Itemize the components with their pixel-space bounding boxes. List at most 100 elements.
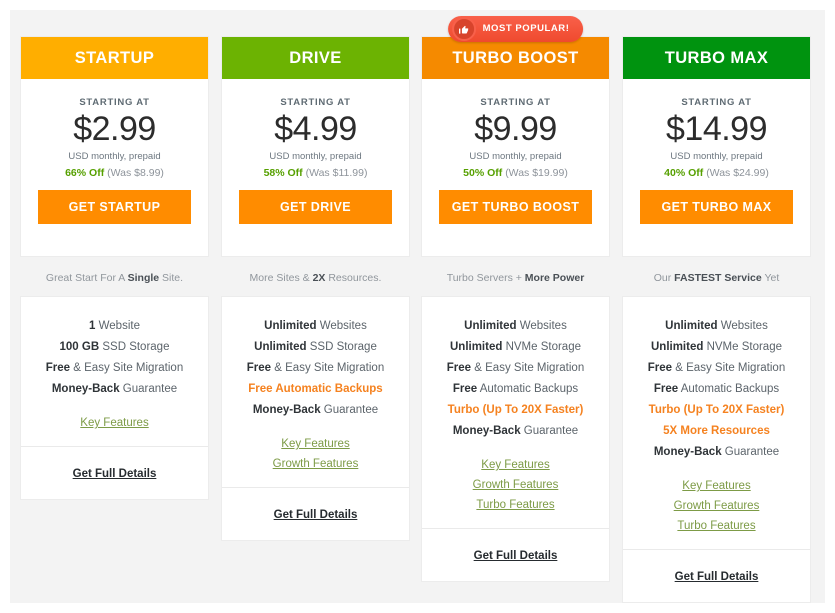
plan-name: STARTUP <box>74 49 155 67</box>
feature-text: Websites <box>717 320 768 332</box>
tagline-suffix: Site. <box>159 272 184 284</box>
feature-item: 1 Website <box>21 316 208 337</box>
feature-item: Unlimited NVMe Storage <box>623 337 810 358</box>
details-row: Get Full Details <box>623 550 810 602</box>
plan-name: DRIVE <box>289 49 342 67</box>
plan-header: DRIVE <box>222 37 409 79</box>
card-bottom-spacer <box>21 240 208 256</box>
discount-line: 66% Off (Was $8.99) <box>29 167 200 179</box>
get-full-details-link[interactable]: Get Full Details <box>274 509 358 521</box>
price-block: STARTING AT $2.99 USD monthly, prepaid 66% … <box>21 79 208 240</box>
price-terms: USD monthly, prepaid <box>269 151 362 163</box>
feature-item: Free & Easy Site Migration <box>222 358 409 379</box>
feature-link[interactable]: Key Features <box>623 476 810 496</box>
plan-card-features: Unlimited Websites Unlimited SSD Storage F… <box>222 297 409 540</box>
feature-item: Money-Back Guarantee <box>222 400 409 421</box>
tagline-emphasis: 2X <box>312 272 326 284</box>
feature-item: 100 GB SSD Storage <box>21 337 208 358</box>
plan-header: STARTUP <box>21 37 208 79</box>
original-price: (Was $8.99) <box>107 167 164 180</box>
feature-emphasis: Free <box>248 383 273 395</box>
discount-line: 40% Off (Was $24.99) <box>631 167 802 179</box>
feature-item: Turbo (Up To 20X Faster) <box>422 400 609 421</box>
feature-link[interactable]: Key Features <box>21 413 208 433</box>
feature-text: Website <box>95 320 140 332</box>
details-row: Get Full Details <box>222 488 409 540</box>
discount-line: 50% Off (Was $19.99) <box>430 167 601 179</box>
price-block: STARTING AT $14.99 USD monthly, prepaid 40%… <box>623 79 810 240</box>
feature-item: Money-Back Guarantee <box>422 421 609 442</box>
badge-label: MOST POPULAR! <box>482 23 570 35</box>
feature-text: Websites <box>516 320 567 332</box>
feature-emphasis: Unlimited <box>464 320 517 332</box>
details-row: Get Full Details <box>21 447 208 499</box>
plan-card-features: Unlimited Websites Unlimited NVMe Storage… <box>422 297 609 581</box>
tagline-suffix: Yet <box>761 272 780 284</box>
original-price: (Was $19.99) <box>505 167 568 180</box>
feature-link[interactable]: Turbo Features <box>422 495 609 515</box>
plan-header: TURBO MAX <box>623 37 810 79</box>
links-spacer <box>21 433 208 446</box>
plan-card-top: TURBO MAX STARTING AT $14.99 USD monthly, p… <box>623 37 810 257</box>
plan-price: $14.99 <box>666 110 768 148</box>
get-full-details-link[interactable]: Get Full Details <box>73 468 157 480</box>
price-terms: USD monthly, prepaid <box>670 151 763 163</box>
starting-at-label: STARTING AT <box>280 97 351 108</box>
feature-item: Unlimited Websites <box>222 316 409 337</box>
feature-text: NVMe Storage <box>703 341 782 353</box>
feature-emphasis: Money-Back <box>452 425 521 437</box>
feature-text: Automatic Backups <box>272 383 383 395</box>
tagline-emphasis: FASTEST Service <box>674 272 762 284</box>
get-full-details-link[interactable]: Get Full Details <box>474 550 558 562</box>
feature-link[interactable]: Key Features <box>422 455 609 475</box>
tagline-prefix: More Sites & <box>249 272 313 284</box>
feature-text: Guarantee <box>320 404 379 416</box>
feature-link[interactable]: Growth Features <box>422 475 609 495</box>
feature-text: Websites <box>316 320 367 332</box>
feature-emphasis: Free <box>45 362 71 374</box>
pricing-columns: STARTUP STARTING AT $2.99 USD monthly, prep… <box>10 10 825 603</box>
details-row: Get Full Details <box>422 529 609 581</box>
plan-cta-button[interactable]: GET TURBO MAX <box>640 190 793 225</box>
links-spacer <box>623 536 810 549</box>
plan-price: $9.99 <box>474 110 557 148</box>
feature-emphasis: Free <box>452 383 478 395</box>
links-spacer <box>422 515 609 528</box>
starting-at-label: STARTING AT <box>79 97 150 108</box>
discount-percent: 58% Off <box>263 167 303 180</box>
feature-item: Free Automatic Backups <box>623 379 810 400</box>
feature-text: Automatic Backups <box>678 383 780 395</box>
card-bottom-spacer <box>422 240 609 256</box>
feature-link[interactable]: Key Features <box>222 434 409 454</box>
price-terms: USD monthly, prepaid <box>469 151 562 163</box>
feature-text: & Easy Site Migration <box>471 362 585 374</box>
pricing-table-panel: STARTUP STARTING AT $2.99 USD monthly, prep… <box>10 10 825 603</box>
plan-card-top: STARTUP STARTING AT $2.99 USD monthly, prep… <box>21 37 208 257</box>
tagline-emphasis: More Power <box>524 272 585 284</box>
plan-card-top: MOST POPULAR! TURBO BOOST STARTING AT $9.99… <box>422 16 609 257</box>
get-full-details-link[interactable]: Get Full Details <box>675 571 759 583</box>
feature-emphasis: Free <box>647 362 673 374</box>
feature-text: SSD Storage <box>306 341 377 353</box>
feature-item: Money-Back Guarantee <box>623 442 810 463</box>
feature-link[interactable]: Growth Features <box>623 496 810 516</box>
tagline-emphasis: Single <box>127 272 160 284</box>
plan-cta-button[interactable]: GET DRIVE <box>239 190 392 225</box>
feature-item: Unlimited NVMe Storage <box>422 337 609 358</box>
plan-cta-button[interactable]: GET STARTUP <box>38 190 191 225</box>
feature-item: Unlimited Websites <box>623 316 810 337</box>
feature-link[interactable]: Growth Features <box>222 454 409 474</box>
discount-percent: 50% Off <box>463 167 503 180</box>
feature-link[interactable]: Turbo Features <box>623 516 810 536</box>
price-terms: USD monthly, prepaid <box>68 151 161 163</box>
feature-emphasis: Free <box>653 383 679 395</box>
feature-emphasis: Unlimited <box>254 341 307 353</box>
links-spacer <box>222 474 409 487</box>
feature-item: Free Automatic Backups <box>422 379 609 400</box>
plan-cta-button[interactable]: GET TURBO BOOST <box>439 190 592 225</box>
tagline-prefix: Great Start For A <box>45 272 128 284</box>
feature-links: Key Features Growth Features Turbo Feature… <box>623 476 810 536</box>
feature-item: Free & Easy Site Migration <box>21 358 208 379</box>
feature-emphasis: Unlimited <box>449 341 503 353</box>
feature-emphasis: Turbo (Up To 20X Faster) <box>648 404 785 416</box>
